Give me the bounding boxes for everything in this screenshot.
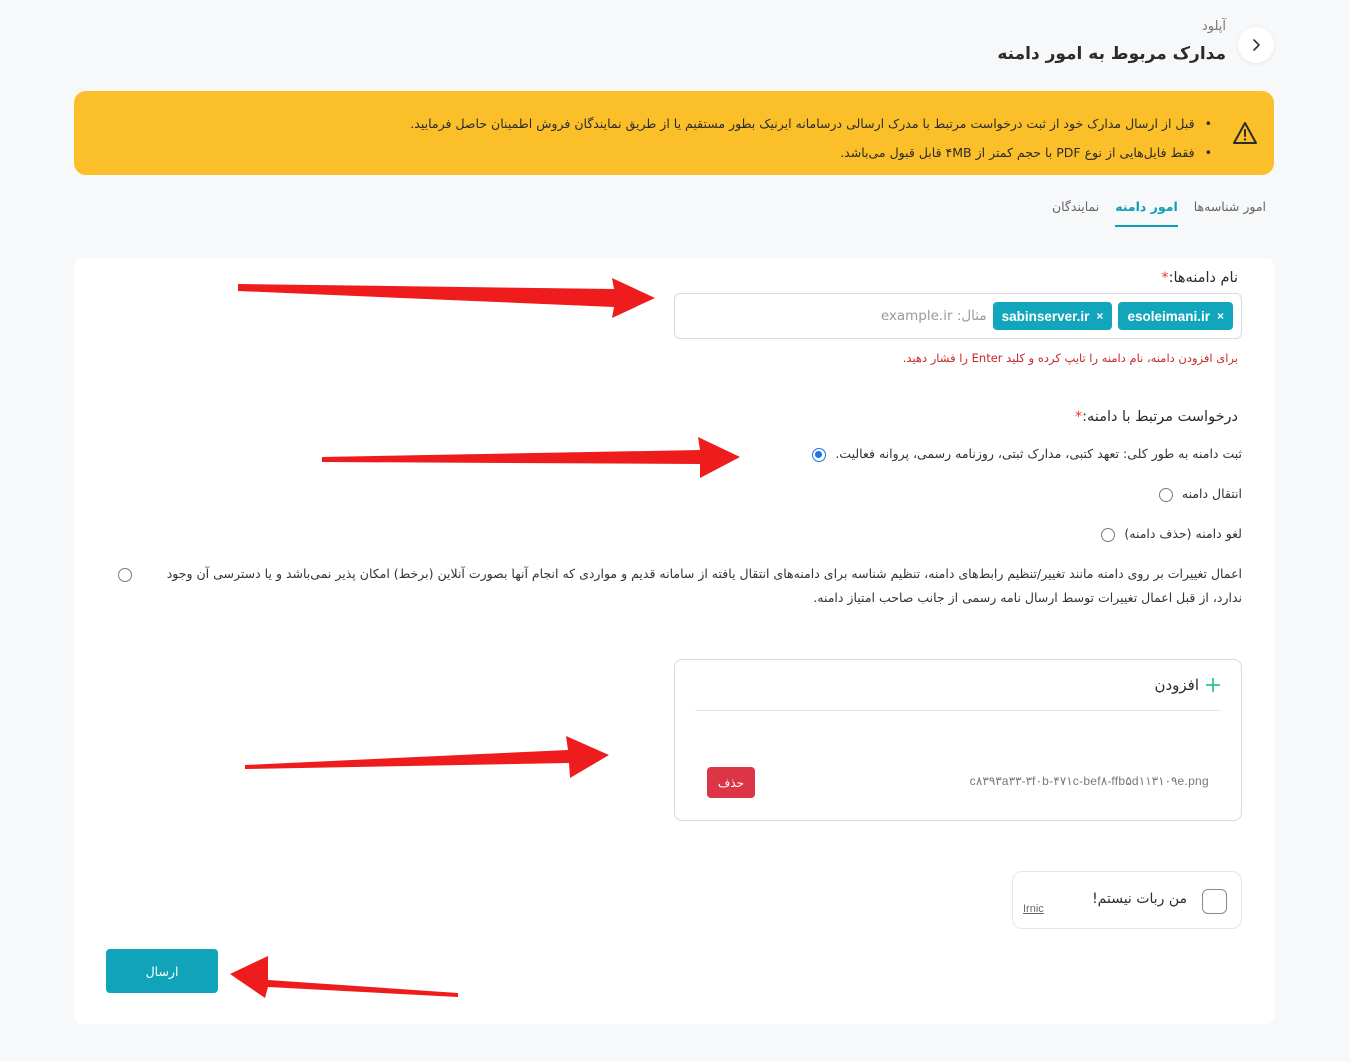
arrow-icon <box>322 437 740 478</box>
annotation-arrows <box>230 278 740 998</box>
arrow-icon <box>238 278 655 318</box>
arrow-icon <box>230 956 458 998</box>
arrow-icon <box>245 736 609 778</box>
